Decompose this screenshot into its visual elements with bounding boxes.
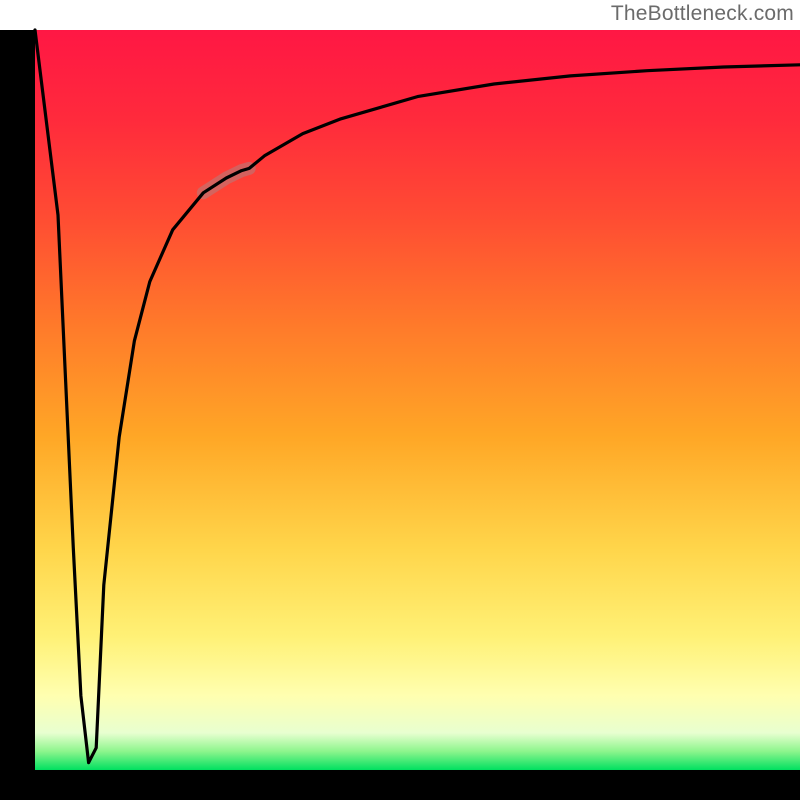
- plot-area: [35, 30, 800, 770]
- watermark-text: TheBottleneck.com: [611, 2, 794, 26]
- frame-left: [0, 30, 35, 800]
- plot-svg: [0, 0, 800, 800]
- chart-container: { "watermark": "TheBottleneck.com", "gra…: [0, 0, 800, 800]
- frame-bottom: [0, 770, 800, 800]
